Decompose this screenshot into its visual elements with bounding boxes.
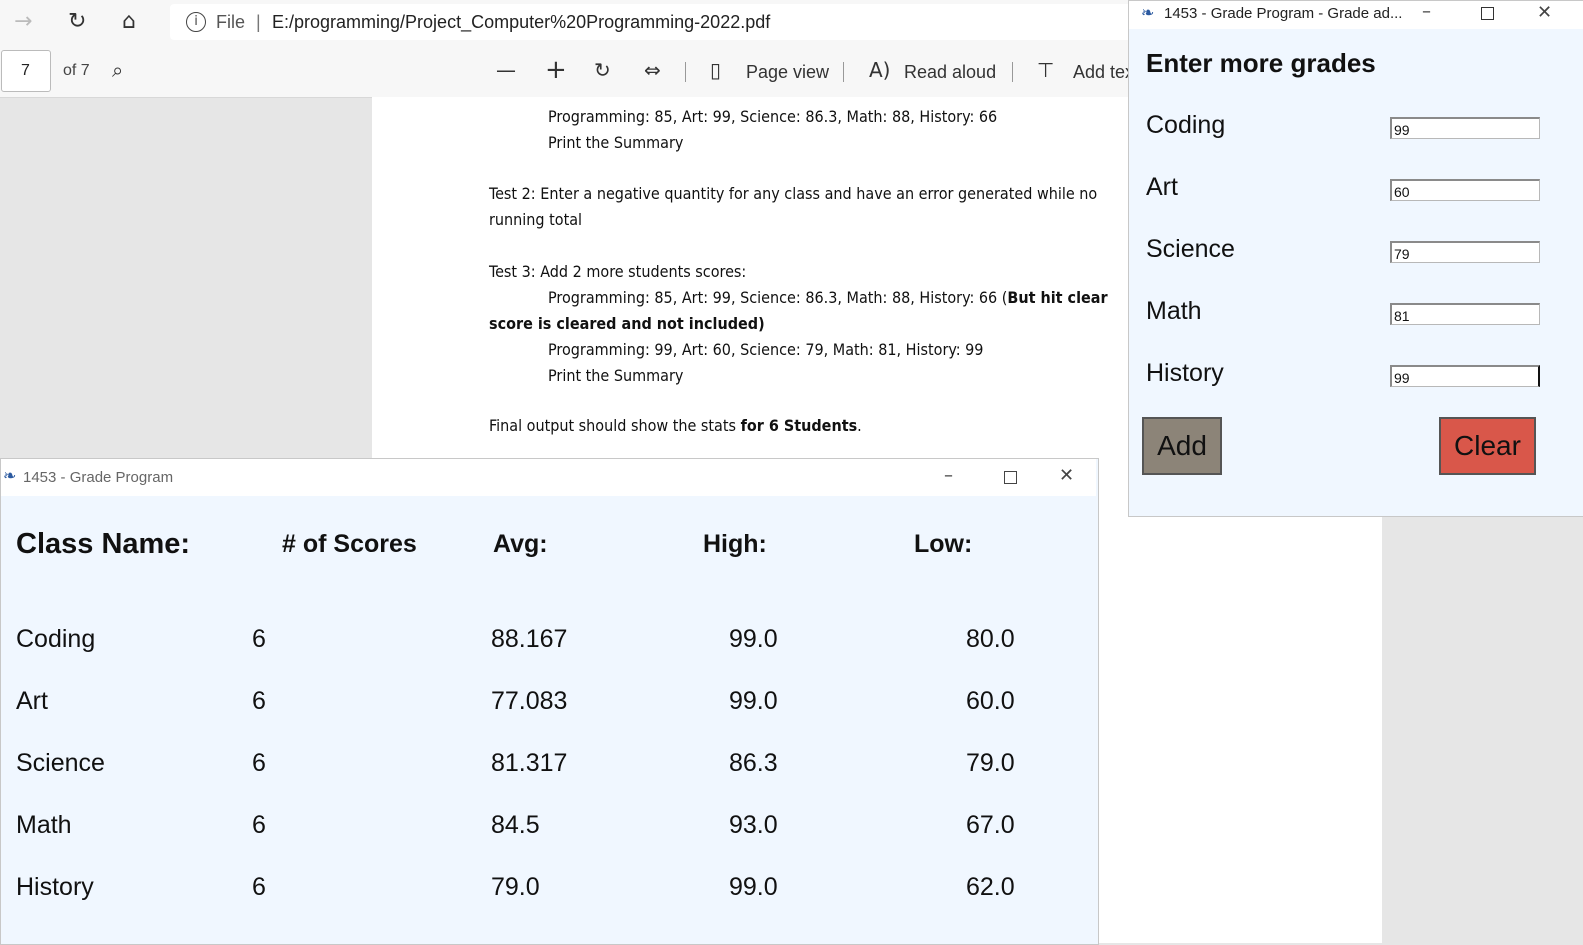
file-label: File <box>216 12 246 32</box>
header-high: High: <box>703 530 767 558</box>
pdf-text-line: Test 2: Enter a negative quantity for an… <box>489 184 1098 203</box>
address-bar[interactable]: i File | E:/programming/Project_Computer… <box>170 4 1160 40</box>
add-text-icon[interactable]: ⊤ <box>1037 58 1054 82</box>
fit-width-icon[interactable]: ⇔ <box>644 58 661 82</box>
grade-program-window: ❧ 1453 - Grade Program – ✕ Class Name: #… <box>0 458 1099 945</box>
score-count-cell: 6 <box>252 873 266 901</box>
pdf-text-line: Print the Summary <box>548 133 684 152</box>
header-num-scores: # of Scores <box>282 530 417 558</box>
avg-cell: 77.083 <box>491 687 568 715</box>
rotate-icon[interactable]: ↻ <box>594 58 611 82</box>
zoom-in-icon[interactable]: + <box>545 55 567 85</box>
pdf-text-line: Programming: 99, Art: 60, Science: 79, M… <box>548 340 984 359</box>
add-grades-window: ❧ 1453 - Grade Program - Grade ad... – ✕… <box>1128 0 1583 517</box>
avg-cell: 84.5 <box>491 811 540 839</box>
toolbar-divider <box>1012 62 1013 82</box>
clear-button[interactable]: Clear <box>1439 417 1536 475</box>
avg-cell: 88.167 <box>491 625 568 653</box>
read-aloud-button[interactable]: Read aloud <box>904 62 996 83</box>
high-cell: 99.0 <box>729 687 778 715</box>
pdf-text-line: Print the Summary <box>548 366 684 385</box>
art-label: Art <box>1146 173 1178 201</box>
close-icon[interactable]: ✕ <box>1537 2 1552 23</box>
history-label: History <box>1146 359 1224 387</box>
page-total: of 7 <box>63 62 90 79</box>
maximize-icon[interactable] <box>1004 471 1017 484</box>
read-aloud-icon[interactable]: A) <box>869 58 890 82</box>
high-cell: 99.0 <box>729 873 778 901</box>
add-button[interactable]: Add <box>1142 417 1222 475</box>
window-title: 1453 - Grade Program - Grade ad... <box>1164 5 1403 22</box>
history-input[interactable]: 99 <box>1390 365 1540 387</box>
feather-icon: ❧ <box>3 466 17 485</box>
coding-label: Coding <box>1146 111 1226 139</box>
url-separator: | <box>256 12 261 32</box>
avg-cell: 81.317 <box>491 749 568 777</box>
high-cell: 99.0 <box>729 625 778 653</box>
high-cell: 86.3 <box>729 749 778 777</box>
minimize-icon[interactable]: – <box>944 465 953 486</box>
avg-cell: 79.0 <box>491 873 540 901</box>
toolbar-divider <box>685 62 686 82</box>
math-input[interactable]: 81 <box>1390 303 1540 325</box>
header-avg: Avg: <box>493 530 548 558</box>
page-number-value: 7 <box>21 62 30 79</box>
add-text-button[interactable]: Add tex <box>1073 62 1134 83</box>
header-low: Low: <box>914 530 973 558</box>
low-cell: 60.0 <box>966 687 1015 715</box>
zoom-out-icon[interactable]: — <box>496 58 516 82</box>
coding-input[interactable]: 99 <box>1390 117 1540 139</box>
feather-icon: ❧ <box>1141 3 1155 22</box>
url-text[interactable]: E:/programming/Project_Computer%20Progra… <box>272 12 770 33</box>
pdf-text-line: Final output should show the stats for 6… <box>489 416 862 435</box>
math-label: Math <box>1146 297 1202 325</box>
score-count-cell: 6 <box>252 749 266 777</box>
form-heading: Enter more grades <box>1146 48 1376 78</box>
pdf-text-line: Programming: 85, Art: 99, Science: 86.3,… <box>548 107 998 126</box>
toolbar-divider <box>843 62 844 82</box>
class-name-cell: Math <box>16 811 72 839</box>
high-cell: 93.0 <box>729 811 778 839</box>
class-name-cell: History <box>16 873 94 901</box>
pdf-bold-span: But hit clear <box>1007 288 1108 307</box>
header-class-name: Class Name: <box>16 528 191 560</box>
maximize-icon[interactable] <box>1481 7 1494 20</box>
class-name-cell: Coding <box>16 625 96 653</box>
art-input[interactable]: 60 <box>1390 179 1540 201</box>
low-cell: 62.0 <box>966 873 1015 901</box>
window-title: 1453 - Grade Program <box>23 469 174 486</box>
pdf-text-line: score is cleared and not included) <box>489 314 765 333</box>
pdf-text-line: running total <box>489 210 583 229</box>
pdf-text-line: Programming: 85, Art: 99, Science: 86.3,… <box>548 288 1108 307</box>
minimize-icon[interactable]: – <box>1422 1 1431 22</box>
class-name-cell: Science <box>16 749 105 777</box>
forward-icon[interactable]: → <box>14 9 32 34</box>
score-count-cell: 6 <box>252 687 266 715</box>
pdf-text-span: Programming: 85, Art: 99, Science: 86.3,… <box>548 288 1008 307</box>
score-count-cell: 6 <box>252 811 266 839</box>
low-cell: 80.0 <box>966 625 1015 653</box>
science-input[interactable]: 79 <box>1390 241 1540 263</box>
pdf-text-span: . <box>857 416 862 435</box>
low-cell: 67.0 <box>966 811 1015 839</box>
refresh-icon[interactable]: ↻ <box>68 9 86 34</box>
page-number-input[interactable]: 7 <box>1 50 51 92</box>
page-view-button[interactable]: Page view <box>746 62 829 83</box>
low-cell: 79.0 <box>966 749 1015 777</box>
search-icon[interactable]: ⌕ <box>112 58 123 82</box>
pdf-text-span: Final output should show the stats <box>489 416 741 435</box>
home-icon[interactable]: ⌂ <box>122 9 136 34</box>
page-view-icon[interactable]: ▯ <box>710 58 721 82</box>
close-icon[interactable]: ✕ <box>1059 465 1074 486</box>
class-name-cell: Art <box>16 687 48 715</box>
pdf-bold-span: for 6 Students <box>740 416 858 435</box>
pdf-text-line: Test 3: Add 2 more students scores: <box>489 262 747 281</box>
score-count-cell: 6 <box>252 625 266 653</box>
science-label: Science <box>1146 235 1235 263</box>
info-icon[interactable]: i <box>186 12 206 32</box>
